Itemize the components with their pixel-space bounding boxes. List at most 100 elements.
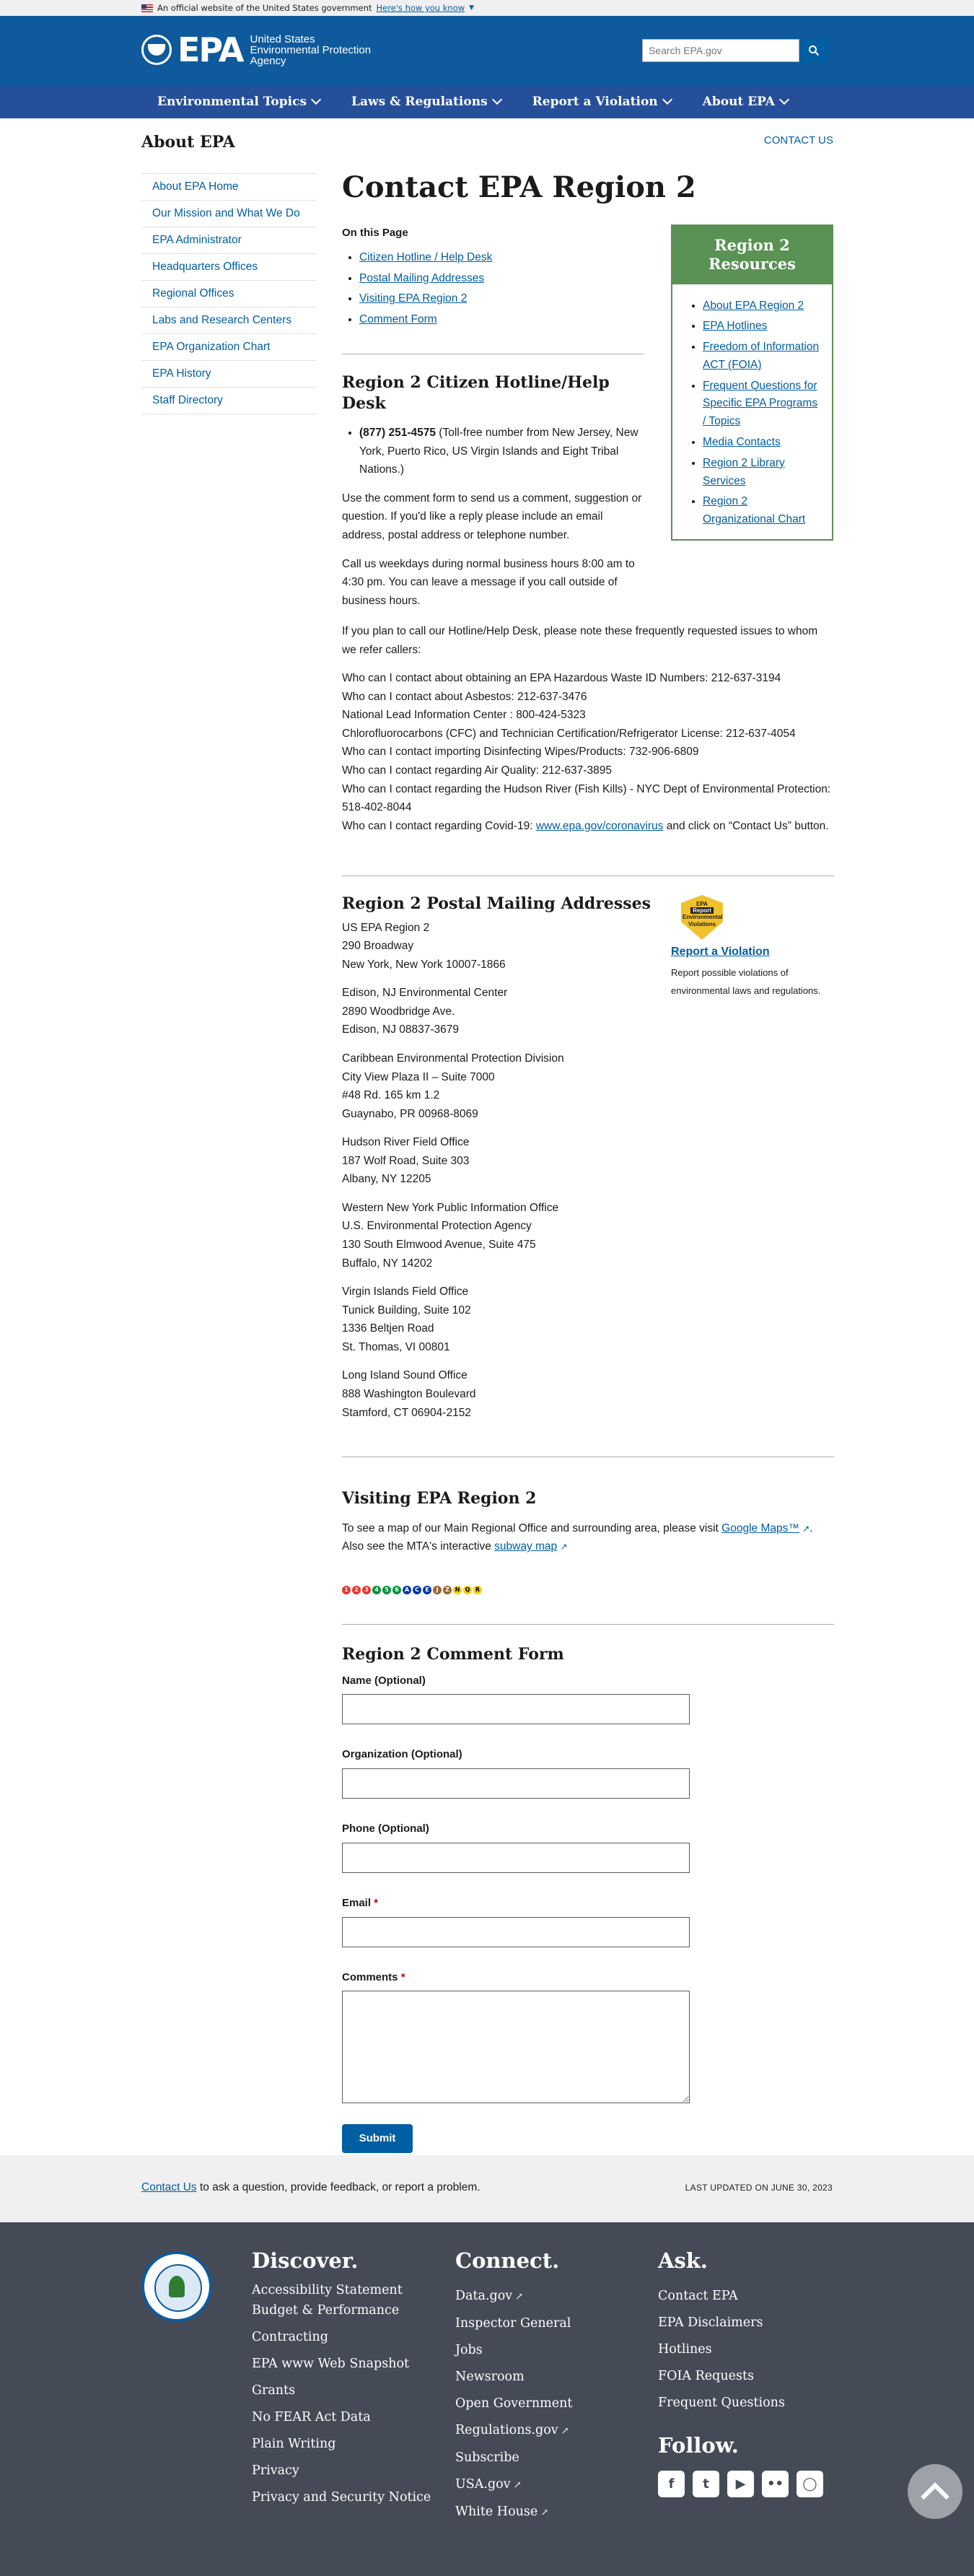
heres-how-you-know-link[interactable]: Here's how you know <box>377 0 465 16</box>
name-field[interactable] <box>342 1694 690 1725</box>
subway-map-link[interactable]: subway map <box>494 1540 557 1553</box>
footer-link[interactable]: Open Government <box>455 2391 572 2417</box>
phone-field[interactable] <box>342 1842 690 1873</box>
footer-link[interactable]: White House ↗ <box>455 2499 572 2526</box>
sidebar-item-administrator[interactable]: EPA Administrator <box>141 227 316 254</box>
search-input[interactable] <box>642 39 799 62</box>
footer-link-label: Accessibility Statement <box>252 2283 403 2297</box>
comment-form-heading: Region 2 Comment Form <box>342 1645 564 1664</box>
address-list: US EPA Region 2 290 Broadway New York, New… <box>342 919 652 1423</box>
footer-link[interactable]: Data.gov ↗ <box>455 2283 572 2310</box>
nav-report-violation[interactable]: Report a Violation <box>517 85 687 118</box>
chevron-down-icon <box>491 94 502 105</box>
resource-link[interactable]: Region 2 Library Services <box>703 457 785 487</box>
facebook-icon[interactable]: f <box>658 2471 685 2497</box>
organization-field[interactable] <box>342 1768 690 1799</box>
epa-logo[interactable]: EPA United States Environmental Protecti… <box>141 33 371 66</box>
sidebar-item-hq-offices[interactable]: Headquarters Offices <box>141 254 316 281</box>
sidebar-item-about-home[interactable]: About EPA Home <box>141 173 316 201</box>
us-flag-icon <box>141 4 153 12</box>
sidebar-item-mission[interactable]: Our Mission and What We Do <box>141 201 316 227</box>
footer-link[interactable]: Jobs <box>455 2337 572 2364</box>
postal-section: Region 2 Postal Mailing Addresses US EPA… <box>342 894 652 1422</box>
footer-follow: Follow. f t ▶ •• ◯ <box>658 2433 823 2497</box>
subway-line-icon: E <box>423 1586 431 1594</box>
search-button[interactable] <box>799 39 828 62</box>
sidebar-item-labs[interactable]: Labs and Research Centers <box>141 307 316 334</box>
footer-link[interactable]: Contact EPA <box>658 2283 785 2310</box>
nav-laws-regulations[interactable]: Laws & Regulations <box>335 85 517 118</box>
flickr-icon[interactable]: •• <box>762 2471 789 2497</box>
address-line: 888 Washington Boulevard <box>342 1387 476 1400</box>
comments-field[interactable] <box>342 1991 690 2104</box>
resource-link[interactable]: Frequent Questions for Specific EPA Prog… <box>703 380 817 428</box>
footer-link[interactable]: Plain Writing <box>252 2431 431 2458</box>
footer-link[interactable]: Contracting <box>252 2324 431 2351</box>
contact-us-link[interactable]: CONTACT US <box>764 134 833 147</box>
footer-link[interactable]: Privacy <box>252 2458 431 2484</box>
nav-about-epa[interactable]: About EPA <box>687 85 804 118</box>
agency-line: Environmental Protection <box>250 43 372 56</box>
youtube-icon[interactable]: ▶ <box>727 2471 754 2497</box>
footer-link[interactable]: Accessibility Statement <box>252 2283 431 2297</box>
sidebar-item-history[interactable]: EPA History <box>141 361 316 388</box>
google-maps-link[interactable]: Google Maps™ <box>721 1522 799 1534</box>
referral-line: Who can I contact regarding the Hudson R… <box>342 782 831 814</box>
resources-box: Region 2 Resources About EPA Region 2 EP… <box>671 224 833 541</box>
footer-link[interactable]: EPA Disclaimers <box>658 2310 785 2336</box>
violation-badge-icon[interactable]: EPA Report Environmental Violations <box>681 895 723 946</box>
footer-link-label: Privacy and Security Notice <box>252 2490 431 2505</box>
resource-link[interactable]: Region 2 Organizational Chart <box>703 495 805 525</box>
address-line: 1336 Beltjen Road <box>342 1322 434 1335</box>
footer-link[interactable]: Inspector General <box>455 2310 572 2337</box>
footer-link-label: Newsroom <box>455 2370 525 2384</box>
resource-link[interactable]: EPA Hotlines <box>703 320 767 332</box>
footer-link[interactable]: No FEAR Act Data <box>252 2404 431 2431</box>
footer-link[interactable]: Subscribe <box>455 2445 572 2471</box>
footer-link[interactable]: EPA www Web Snapshot <box>252 2351 431 2378</box>
sidebar-item-staff-directory[interactable]: Staff Directory <box>141 388 316 414</box>
email-field[interactable] <box>342 1916 690 1947</box>
footer-link-label: Plain Writing <box>252 2437 336 2451</box>
footer-link[interactable]: Frequent Questions <box>658 2390 785 2416</box>
address-line: St. Thomas, VI 00801 <box>342 1340 450 1353</box>
sidebar-item-org-chart[interactable]: EPA Organization Chart <box>141 334 316 361</box>
footer-link[interactable]: Budget & Performance <box>252 2297 431 2324</box>
address-line: Long Island Sound Office <box>342 1369 468 1382</box>
jump-link-comment-form[interactable]: Comment Form <box>359 313 437 326</box>
footer-link[interactable]: Grants <box>252 2378 431 2404</box>
epa-seal-icon[interactable] <box>141 2251 212 2322</box>
contact-us-footer-link[interactable]: Contact Us <box>141 2181 197 2193</box>
footer-link-label: Contact EPA <box>658 2289 738 2303</box>
sidebar-nav: About EPA Home Our Mission and What We D… <box>141 173 316 414</box>
footer-link[interactable]: Newsroom <box>455 2364 572 2391</box>
section-bar: About EPA CONTACT US <box>0 118 974 154</box>
on-this-page: On this Page Citizen Hotline / Help Desk… <box>342 227 492 331</box>
footer-link[interactable]: Hotlines <box>658 2336 785 2363</box>
referral-text: and click on “Contact Us” button. <box>663 819 829 832</box>
footer-link[interactable]: Privacy and Security Notice <box>252 2490 431 2505</box>
referral-line: Who can I contact about obtaining an EPA… <box>342 672 781 685</box>
report-violation-link[interactable]: Report a Violation <box>671 946 770 958</box>
footer-link[interactable]: USA.gov ↗ <box>455 2471 572 2499</box>
jump-link-visiting[interactable]: Visiting EPA Region 2 <box>359 292 467 305</box>
address-line: Stamford, CT 06904-2152 <box>342 1406 471 1419</box>
resource-link[interactable]: Media Contacts <box>703 436 781 448</box>
main-nav: Environmental Topics Laws & Regulations … <box>0 85 974 118</box>
twitter-icon[interactable]: t <box>693 2471 719 2497</box>
instagram-icon[interactable]: ◯ <box>797 2471 823 2497</box>
resource-link[interactable]: About EPA Region 2 <box>703 300 804 312</box>
coronavirus-link[interactable]: www.epa.gov/coronavirus <box>536 820 664 832</box>
jump-link-hotline[interactable]: Citizen Hotline / Help Desk <box>359 251 492 263</box>
chevron-down-icon[interactable]: ▼ <box>469 0 474 16</box>
submit-button[interactable]: Submit <box>342 2123 413 2153</box>
jump-link-postal[interactable]: Postal Mailing Addresses <box>359 272 484 284</box>
address-line: 290 Broadway <box>342 940 414 953</box>
sidebar-item-regional-offices[interactable]: Regional Offices <box>141 281 316 307</box>
resource-link[interactable]: Freedom of Information ACT (FOIA) <box>703 341 819 371</box>
back-to-top-button[interactable] <box>908 2464 962 2519</box>
footer-link[interactable]: Regulations.gov ↗ <box>455 2417 572 2445</box>
footer-links: Accessibility Statement Budget & Performa… <box>252 2283 431 2505</box>
nav-environmental-topics[interactable]: Environmental Topics <box>141 85 335 118</box>
footer-link[interactable]: FOIA Requests <box>658 2363 785 2390</box>
